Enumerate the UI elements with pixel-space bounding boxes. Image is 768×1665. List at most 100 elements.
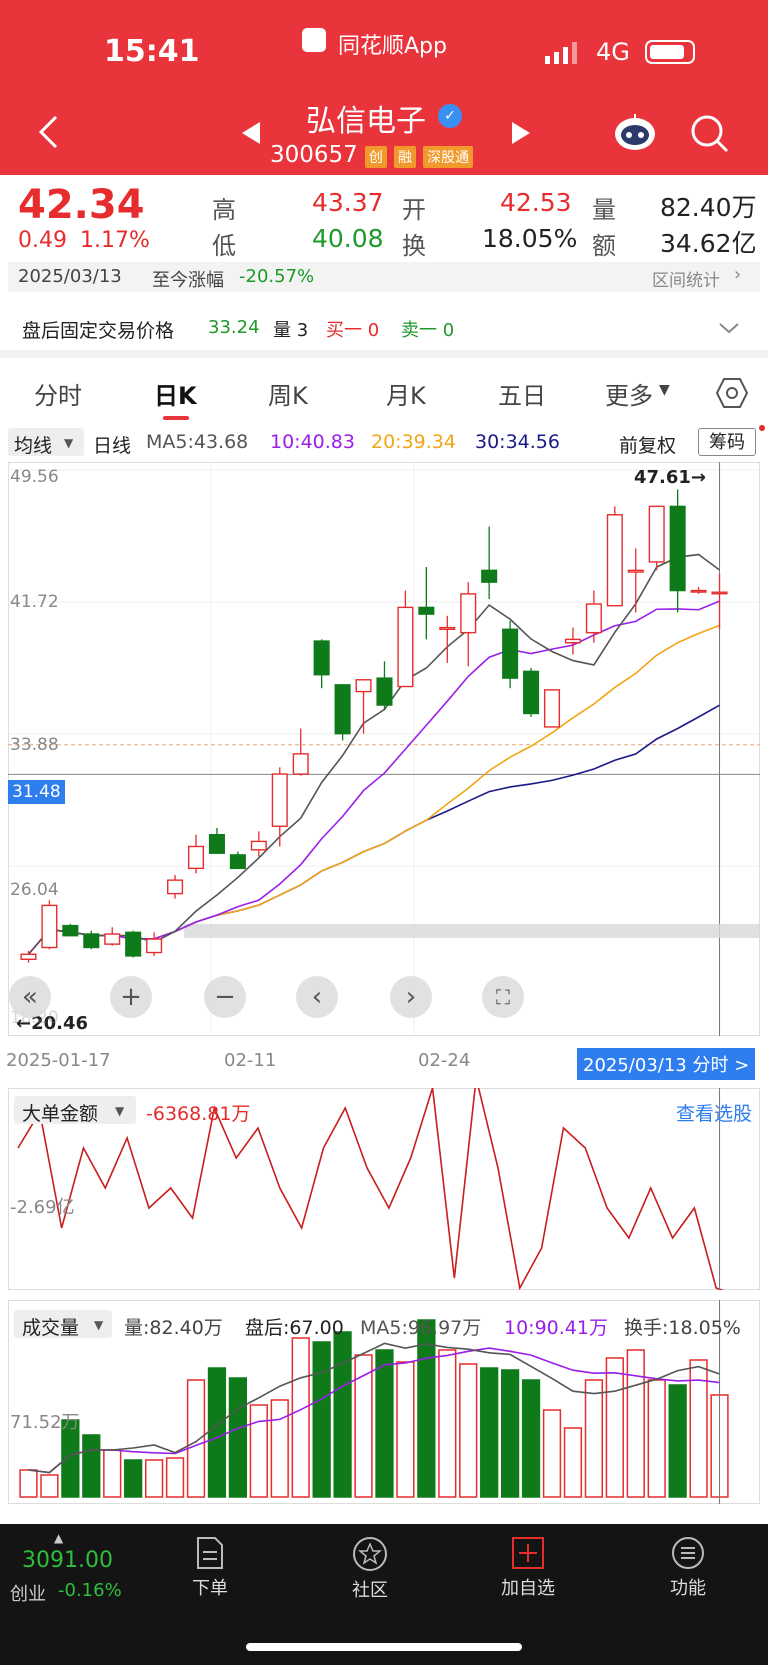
nav-community[interactable]: 社区 (330, 1536, 410, 1602)
volume-bar (647, 1379, 666, 1498)
vol-turnover: 换手:18.05% (624, 1317, 741, 1339)
vol-ma10: 10:90.41万 (504, 1317, 608, 1339)
ma20-line (27, 624, 720, 955)
after-hours-vol: 量 3 (273, 320, 309, 341)
pan-right-icon[interactable]: › (390, 976, 432, 1018)
ma-period: 日线 (93, 435, 132, 457)
price-tick-1: 49.56 (10, 467, 59, 487)
tab-week-k[interactable]: 周K (268, 376, 308, 411)
nav-order[interactable]: 下单 (170, 1536, 250, 1600)
zoom-out-icon[interactable]: − (204, 976, 246, 1018)
candle-body (250, 840, 267, 851)
volume-bar (375, 1349, 394, 1498)
candle-body (481, 569, 498, 583)
tab-fenshi[interactable]: 分时 (34, 376, 82, 411)
ma30-line (27, 704, 720, 955)
volume-bar (396, 1361, 415, 1498)
tab-month-k[interactable]: 月K (386, 376, 426, 411)
candle-body (460, 593, 477, 634)
date-tick-3: 02-24 (418, 1050, 471, 1071)
index-value[interactable]: 3091.00 (22, 1548, 113, 1573)
candle-body (690, 589, 707, 593)
kline-chart[interactable] (8, 462, 760, 1036)
candle-body (523, 670, 540, 715)
fullscreen-icon[interactable]: ⛶ (482, 976, 524, 1018)
zoom-in-icon[interactable]: + (110, 976, 152, 1018)
big-order-label: 大单金额 (22, 1103, 99, 1125)
verified-icon: ✓ (438, 104, 462, 128)
after-hours-sell: 卖一 0 (401, 320, 455, 341)
candle-body (355, 679, 372, 693)
nav-functions[interactable]: 功能 (648, 1536, 728, 1600)
turnover-label: 换 (402, 232, 426, 260)
ma30-value: 30:34.56 (475, 431, 560, 453)
date-fenshi-button[interactable]: 2025/03/13 分时 > (577, 1048, 756, 1080)
volume-bar (668, 1384, 687, 1498)
ma10-value: 10:40.83 (270, 431, 355, 453)
volume-bar (542, 1409, 562, 1498)
after-hours-label: 盘后固定交易价格 (22, 320, 175, 342)
tab-five-day[interactable]: 五日 (498, 376, 546, 411)
range-stats-chevron-icon: › (734, 264, 742, 285)
pan-left-icon[interactable]: ‹ (296, 976, 338, 1018)
expand-chevron-icon[interactable] (718, 320, 740, 334)
candle-body (669, 505, 686, 592)
tag-rong: 融 (394, 146, 416, 168)
date-tick-2: 02-11 (224, 1050, 277, 1071)
range-stats-link[interactable]: 区间统计 (652, 266, 720, 291)
volume-selector-arrow-icon: ▼ (94, 1318, 104, 1332)
next-stock-icon[interactable] (510, 120, 532, 146)
volume-bar (459, 1363, 478, 1498)
community-star-icon (352, 1536, 388, 1572)
add-watch-plus-icon (511, 1536, 545, 1570)
adjust-label[interactable]: 前复权 (619, 431, 676, 458)
candle-body (271, 773, 288, 827)
candle-body (564, 638, 581, 644)
price-change: 0.49 (18, 228, 67, 253)
settings-hex-icon[interactable] (715, 377, 749, 409)
tag-chuang: 创 (364, 146, 387, 168)
tab-more[interactable]: 更多 (605, 376, 653, 411)
header-bar: 15:41 同花顺App 4G 弘信电子 ✓ 300657 创 融 深股通 (0, 0, 768, 175)
volume-bar (312, 1341, 331, 1498)
ma10-line (27, 600, 720, 955)
tab-day-k[interactable]: 日K (154, 376, 197, 411)
candle-body (627, 569, 644, 573)
nav-functions-label: 功能 (670, 1578, 706, 1599)
current-price: 42.34 (18, 182, 145, 228)
search-icon[interactable] (690, 114, 730, 154)
price-tick-2: 41.72 (10, 592, 59, 612)
volume-bar (438, 1349, 457, 1498)
ma5-line (27, 553, 721, 955)
volume-bar (40, 1474, 59, 1498)
big-order-axis-label: -2.69亿 (10, 1197, 75, 1218)
volume-bar (480, 1367, 499, 1498)
tag-sgt: 深股通 (423, 146, 474, 168)
low-value: 40.08 (312, 224, 384, 253)
candle-body (187, 845, 205, 870)
candle-body (41, 904, 58, 949)
candle-body (83, 933, 100, 949)
robot-assistant-icon[interactable] (612, 112, 658, 152)
back-icon[interactable] (36, 113, 62, 151)
chip-button[interactable]: 筹码 (698, 428, 756, 456)
high-value: 43.37 (312, 188, 384, 217)
nav-community-label: 社区 (352, 1580, 388, 1601)
left-fast-icon[interactable]: « (9, 976, 51, 1018)
prev-stock-icon[interactable] (240, 120, 262, 146)
volume-bar (207, 1367, 227, 1498)
view-stock-picks-link[interactable]: 查看选股 (676, 1099, 752, 1126)
battery-icon (645, 40, 695, 64)
candle-body (313, 640, 330, 676)
order-doc-icon (195, 1536, 225, 1570)
open-value: 42.53 (500, 188, 572, 217)
amount-label: 额 (592, 232, 616, 260)
network-label: 4G (596, 38, 630, 66)
active-tab-indicator (163, 416, 189, 420)
index-change: -0.16% (58, 1580, 122, 1601)
divider (0, 350, 768, 358)
high-label: 高 (212, 196, 236, 224)
volume-bar (605, 1357, 624, 1498)
nav-add-watch[interactable]: 加自选 (488, 1536, 568, 1600)
volume-bar (626, 1349, 645, 1498)
